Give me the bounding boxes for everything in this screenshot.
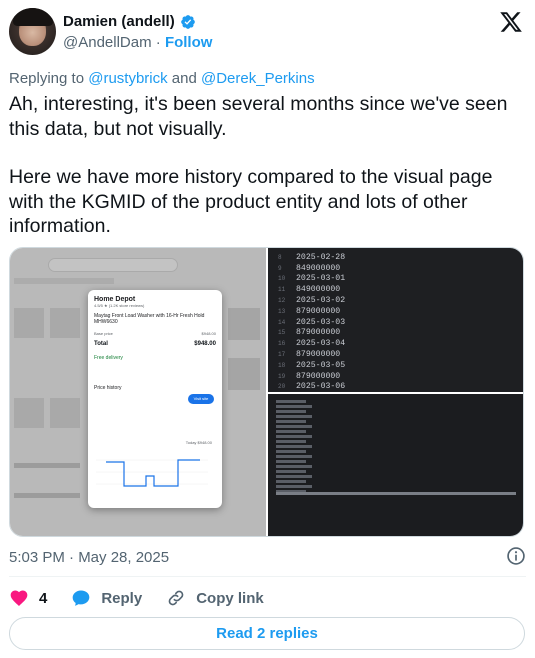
popup-total-row: Total $948.00 [94,341,216,347]
data-row-value: 849000000 [296,285,341,295]
data-row-number: 17 [278,351,286,358]
like-count: 4 [39,589,48,607]
data-row-value: 879000000 [296,306,341,316]
popup-base-price-label: Base price [94,331,113,336]
popup-today-price: Today $948.00 [185,440,212,445]
popup-visit-site-button: Visit site [188,394,214,404]
author-handle[interactable]: @AndellDam [63,34,152,51]
separator-dot: · [155,34,161,51]
popup-price-history-label: Price history [94,385,122,391]
data-row-value: 2025-03-04 [296,339,346,349]
data-row-number: 11 [278,286,286,294]
mention-link-2[interactable]: @Derek_Perkins [201,70,315,87]
link-icon [168,590,184,606]
media-image-google-shopping[interactable]: Home Depot 4.5/5 ★ (1.2K store reviews) … [10,248,266,536]
reply-button[interactable]: Reply [71,588,142,608]
popup-base-price: $948.00 [201,331,216,336]
popup-base-price-row: Base price $948.00 [94,331,216,337]
replying-to-line: Replying to @rustybrick and @Derek_Perki… [9,70,315,87]
popup-delivery: Free delivery [94,355,123,361]
data-row-number: 19 [278,372,286,380]
data-row-number: 15 [278,329,286,337]
data-row-number: 13 [278,307,286,315]
media-grid: Home Depot 4.5/5 ★ (1.2K store reviews) … [9,247,524,537]
tweet-actions: 4 Reply Copy link [9,586,288,610]
data-row-number: 12 [278,297,286,304]
data-row-value: 879000000 [296,328,341,338]
author-handle-row: @AndellDam · Follow [63,34,212,51]
popup-total-label: Total [94,341,108,347]
popup-rating: 4.5/5 ★ (1.2K store reviews) [94,303,145,308]
avatar[interactable] [9,8,56,55]
divider [9,576,526,577]
data-row-value: 2025-03-06 [296,382,346,392]
data-row-number: 18 [278,361,286,369]
reply-bubble-icon [73,590,90,606]
data-row-value: 879000000 [296,350,341,359]
data-row-value: 879000000 [296,371,341,381]
info-icon[interactable] [506,546,526,566]
data-row-value: 849000000 [296,263,341,273]
mention-link-1[interactable]: @rustybrick [88,70,167,87]
author-display-name[interactable]: Damien (andell) [63,13,175,30]
replying-to-conjunction: and [171,70,197,87]
read-replies-button[interactable]: Read 2 replies [9,617,525,650]
verified-badge-icon [180,14,195,29]
data-row-value: 2025-03-01 [296,274,346,284]
x-logo-icon[interactable] [499,10,523,34]
data-row-number: 10 [278,275,286,283]
log-url-line [276,492,516,495]
follow-button[interactable]: Follow [165,34,213,51]
heart-icon [10,590,28,606]
popup-product-title: Maytag Front Load Washer with 16-Hr Fres… [94,313,205,325]
data-row-value: 2025-03-03 [296,317,346,327]
replying-to-prefix: Replying to [9,70,85,87]
data-row-number: 16 [278,340,286,348]
data-row-number: 20 [278,383,286,391]
price-history-chart [96,459,208,487]
tweet-paragraph-1: Ah, interesting, it's been several month… [9,93,508,140]
media-image-data-rows[interactable]: 7 849000000 8 2025-02-28 9 849000000 10 2025-03… [268,248,523,392]
popup-store-name: Home Depot [94,296,136,303]
data-row-value: 2025-02-28 [296,252,346,262]
media-image-log-output[interactable] [268,394,523,536]
author-name-row: Damien (andell) [63,13,196,30]
data-row-value: 849000000 [296,248,340,251]
copy-link-label: Copy link [196,589,264,607]
like-button[interactable]: 4 [9,588,47,608]
tweet-body: Ah, interesting, it's been several month… [9,92,519,239]
tweet-timestamp[interactable]: 5:03 PM · May 28, 2025 [9,549,169,566]
data-row-value: 2025-03-02 [296,296,346,305]
data-row-value: 2025-03-05 [296,360,346,370]
merchant-popup: Home Depot 4.5/5 ★ (1.2K store reviews) … [88,290,222,508]
data-row-number: 7 [278,248,282,250]
tweet-header: Damien (andell) @AndellDam · Follow [9,8,525,56]
data-row-number: 9 [278,264,282,272]
data-row-number: 14 [278,318,286,326]
data-row-number: 8 [278,253,282,261]
copy-link-button[interactable]: Copy link [166,588,264,608]
log-line-block [276,398,376,495]
tweet-paragraph-2: Here we have more history compared to th… [9,166,493,237]
popup-total: $948.00 [194,341,216,347]
reply-label: Reply [101,589,143,607]
